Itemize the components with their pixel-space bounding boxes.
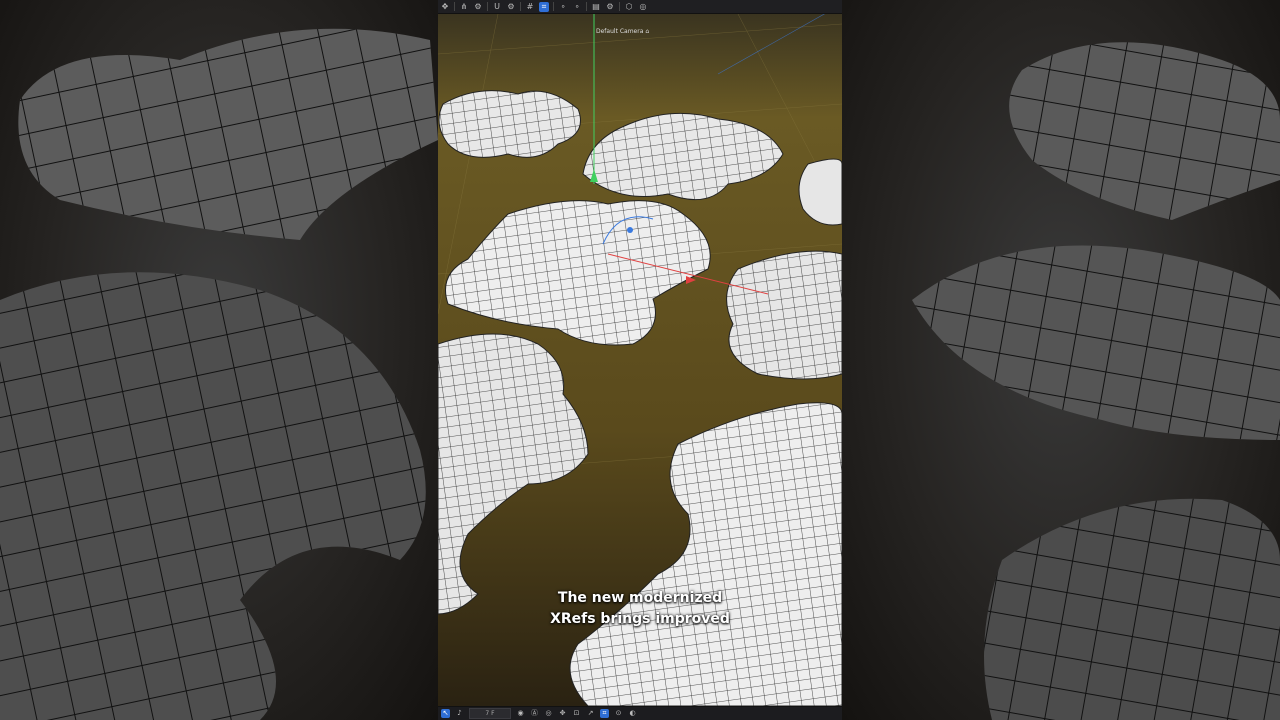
camera-icon: ⌂: [645, 28, 650, 35]
gear-icon[interactable]: ⚙: [506, 2, 516, 12]
snap-icon[interactable]: ⌗: [600, 709, 609, 718]
left-blurred-background: [0, 0, 438, 720]
select-icon[interactable]: ↖: [441, 709, 450, 718]
move-icon[interactable]: ✥: [558, 709, 567, 718]
gear-icon[interactable]: ⚙: [473, 2, 483, 12]
move-icon[interactable]: ✥: [440, 2, 450, 12]
caption-line-1: The new modernized: [557, 590, 723, 606]
link-icon[interactable]: ⊙: [614, 709, 623, 718]
gear-icon[interactable]: ⚙: [605, 2, 615, 12]
snap-icon[interactable]: ⌗: [539, 1, 549, 12]
camera-label[interactable]: Default Camera ⌂: [596, 28, 649, 35]
mesh-object-4[interactable]: [726, 250, 842, 380]
frame-field[interactable]: 7 F: [469, 708, 511, 719]
subtitle-caption: The new modernized XRefs brings improved: [438, 588, 842, 630]
hierarchy-icon[interactable]: ⋔: [459, 2, 469, 12]
dots-icon[interactable]: ∘: [558, 2, 568, 12]
target-icon[interactable]: ◎: [638, 2, 648, 12]
dots-icon[interactable]: ∘: [572, 2, 582, 12]
right-mesh-zoom: [912, 42, 1280, 720]
divider: [520, 2, 521, 11]
record-icon[interactable]: ◉: [516, 709, 525, 718]
speaker-icon[interactable]: ♪: [455, 709, 464, 718]
divider: [553, 2, 554, 11]
target-icon[interactable]: ◎: [544, 709, 553, 718]
camera-icon[interactable]: ◐: [628, 709, 637, 718]
divider: [487, 2, 488, 11]
camera-label-text: Default Camera: [596, 28, 644, 35]
caption-line-2: XRefs brings improved: [550, 611, 730, 627]
divider: [619, 2, 620, 11]
render-icon[interactable]: ▤: [591, 2, 601, 12]
keyframe-icon[interactable]: Ⓐ: [530, 709, 539, 718]
export-icon[interactable]: ↗: [586, 709, 595, 718]
z-axis-handle[interactable]: [627, 227, 633, 233]
magnet-icon[interactable]: U: [492, 2, 502, 12]
cube-icon[interactable]: ⬡: [624, 2, 634, 12]
timeline-toolbar: ↖ ♪ 7 F ◉ Ⓐ ◎ ✥ ⊡ ↗ ⌗ ⊙ ◐: [438, 706, 842, 720]
bake-icon[interactable]: ⊡: [572, 709, 581, 718]
viewport-toolbar: ✥ ⋔ ⚙ U ⚙ # ⌗ ∘ ∘ ▤ ⚙ ⬡ ◎: [438, 0, 842, 14]
grid-icon[interactable]: #: [525, 2, 535, 12]
right-blurred-background: [842, 0, 1280, 720]
divider: [454, 2, 455, 11]
left-mesh-zoom: [0, 28, 438, 720]
divider: [586, 2, 587, 11]
